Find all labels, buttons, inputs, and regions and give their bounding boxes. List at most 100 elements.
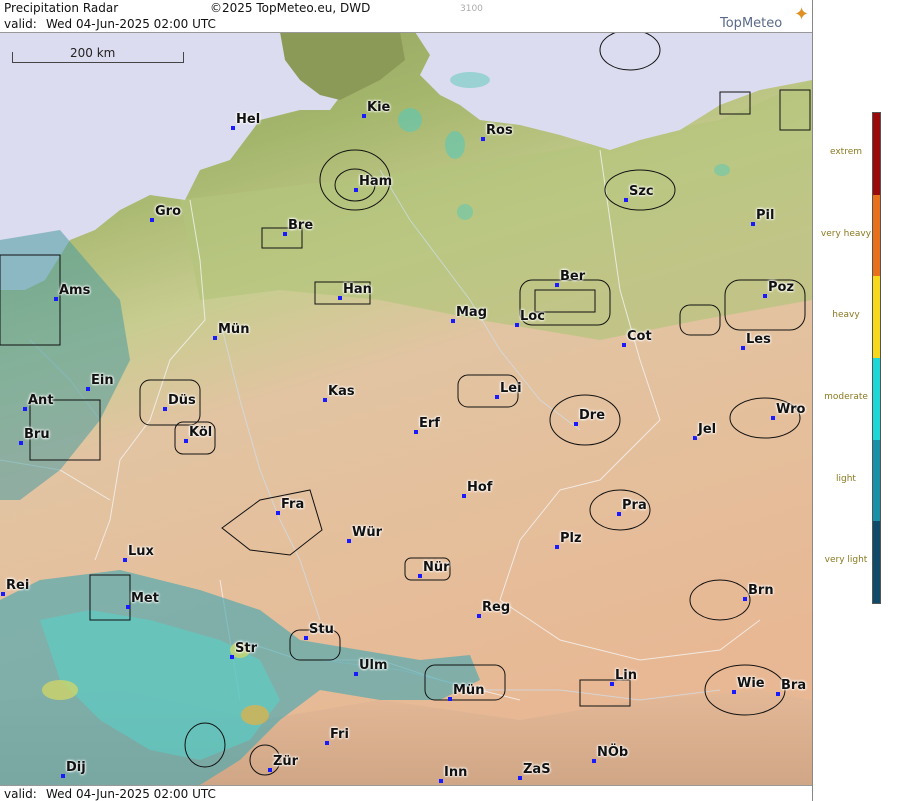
radar-echo-east-1 — [714, 164, 730, 176]
city-label: Poz — [768, 280, 795, 295]
city-marker — [362, 114, 366, 118]
city-label: Hof — [467, 480, 493, 495]
city-label: NÖb — [597, 745, 629, 760]
city-label: Wür — [352, 525, 383, 540]
radar-echo-baltic-3 — [450, 72, 490, 88]
city-marker — [347, 539, 351, 543]
city-marker — [771, 416, 775, 420]
city-label: Ulm — [359, 658, 388, 673]
scale-bar-label: 200 km — [70, 46, 116, 60]
city-marker — [518, 776, 522, 780]
valid-label: valid: — [4, 17, 37, 31]
city-label: Fri — [330, 727, 349, 742]
city-marker — [325, 741, 329, 745]
city-marker — [693, 436, 697, 440]
city-label: Met — [131, 591, 159, 606]
city-marker — [323, 398, 327, 402]
city-label: Bru — [24, 427, 50, 442]
city-label: Han — [343, 282, 372, 297]
city-label: ZaS — [523, 762, 551, 777]
city-label: Stu — [309, 622, 334, 637]
legend-label: moderate — [824, 391, 868, 402]
legend-color-bar — [872, 112, 881, 604]
city-label: Mün — [453, 683, 485, 698]
city-label: Loc — [520, 309, 545, 324]
precipitation-legend: extrem very heavy heavy moderate light very l… — [813, 0, 904, 801]
city-marker — [213, 336, 217, 340]
city-label: Kas — [328, 384, 355, 399]
city-label: Lin — [615, 668, 637, 683]
app-title: Precipitation Radar — [4, 1, 119, 15]
city-marker — [448, 697, 452, 701]
city-marker — [495, 395, 499, 399]
city-marker — [19, 441, 23, 445]
city-marker — [86, 387, 90, 391]
city-marker — [61, 774, 65, 778]
city-label: Wro — [776, 402, 806, 417]
city-label: Pra — [622, 498, 647, 513]
radar-echo-heavy-2 — [241, 705, 269, 725]
legend-label: heavy — [832, 310, 860, 321]
city-marker — [555, 545, 559, 549]
city-label: Dre — [579, 408, 606, 423]
city-label: Mag — [456, 305, 488, 320]
legend-label: light — [836, 473, 856, 484]
city-marker — [751, 222, 755, 226]
valid-bar-bottom: valid: Wed 04-Jun-2025 02:00 UTC — [0, 785, 812, 801]
city-marker — [555, 283, 559, 287]
city-label: Ams — [59, 283, 91, 298]
city-marker — [610, 682, 614, 686]
header-bar: Precipitation Radar ©2025 TopMeteo.eu, D… — [0, 0, 812, 17]
city-marker — [123, 558, 127, 562]
radar-echo-north-1 — [457, 204, 473, 220]
city-marker — [268, 768, 272, 772]
city-label: Mün — [218, 322, 250, 337]
valid-bar-top: valid: Wed 04-Jun-2025 02:00 UTC — [0, 16, 812, 33]
city-marker — [741, 346, 745, 350]
city-marker — [515, 323, 519, 327]
city-marker — [126, 605, 130, 609]
city-label: Nür — [423, 560, 450, 575]
legend-label: very light — [824, 555, 868, 566]
legend-label: extrem — [829, 146, 863, 157]
city-label: Hel — [236, 112, 261, 127]
city-label: Reg — [482, 600, 511, 615]
city-label: Ham — [359, 174, 393, 189]
radar-map: Precipitation Radar ©2025 TopMeteo.eu, D… — [0, 0, 813, 801]
city-label: Bra — [781, 678, 807, 693]
radar-echo-baltic-1 — [398, 108, 422, 132]
city-marker — [150, 218, 154, 222]
legend-label: very heavy — [820, 228, 872, 239]
city-marker — [451, 319, 455, 323]
city-marker — [354, 188, 358, 192]
city-marker — [1, 592, 5, 596]
radar-echo-heavy-1 — [42, 680, 78, 700]
city-label: Str — [235, 641, 257, 656]
city-marker — [624, 198, 628, 202]
city-label: Köl — [189, 425, 213, 440]
city-label: Erf — [419, 416, 440, 431]
city-marker — [354, 672, 358, 676]
city-label: Fra — [281, 497, 305, 512]
city-label: Gro — [155, 204, 182, 219]
city-marker — [592, 759, 596, 763]
city-marker — [54, 297, 58, 301]
footer-valid-time: Wed 04-Jun-2025 02:00 UTC — [46, 787, 216, 801]
city-label: Ein — [91, 373, 114, 388]
city-label: Dij — [66, 760, 86, 775]
topmeteo-logo: TopMeteo ✦ — [718, 4, 810, 34]
city-marker — [477, 614, 481, 618]
city-marker — [304, 636, 308, 640]
city-marker — [481, 137, 485, 141]
city-label: Cot — [627, 329, 652, 344]
city-marker — [617, 512, 621, 516]
city-label: Düs — [168, 393, 196, 408]
city-label: Wie — [737, 676, 765, 691]
valid-time: Wed 04-Jun-2025 02:00 UTC — [46, 17, 216, 31]
city-label: Plz — [560, 531, 582, 546]
city-label: Bre — [288, 218, 314, 233]
city-marker — [462, 494, 466, 498]
city-marker — [283, 232, 287, 236]
copyright-text: ©2025 TopMeteo.eu, DWD — [210, 1, 371, 15]
city-marker — [439, 779, 443, 783]
